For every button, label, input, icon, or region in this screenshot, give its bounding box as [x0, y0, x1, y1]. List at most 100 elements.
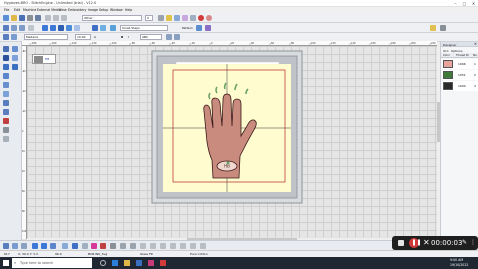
annotate-pen-icon[interactable]: ✎: [462, 239, 467, 246]
panel-close-icon[interactable]: ✕: [474, 42, 477, 46]
mail-icon[interactable]: [136, 260, 142, 266]
node-icon[interactable]: [12, 46, 18, 52]
cut-icon[interactable]: [45, 15, 51, 21]
close-button[interactable]: ✕: [469, 1, 478, 6]
menu-edit[interactable]: Edit: [14, 8, 20, 12]
paste-icon[interactable]: [61, 15, 67, 21]
bottom-select-icon[interactable]: [3, 243, 9, 249]
cross-stitch-icon[interactable]: [50, 243, 56, 249]
bold-button[interactable]: B: [121, 35, 123, 39]
group-icon[interactable]: [140, 243, 146, 249]
monogram-icon[interactable]: [11, 34, 17, 40]
polygon-icon[interactable]: [3, 73, 9, 79]
stitch-edit-icon[interactable]: [3, 55, 9, 61]
measure-icon[interactable]: [3, 127, 9, 133]
zoom-in-icon[interactable]: [11, 25, 17, 31]
design-canvas[interactable]: HB HB: [27, 46, 437, 238]
pencil-icon[interactable]: [430, 25, 436, 31]
align-left-icon[interactable]: [160, 243, 166, 249]
thread-row[interactable]: 1051 2: [442, 70, 478, 80]
file-explorer-icon[interactable]: [124, 260, 130, 266]
motif-icon[interactable]: [74, 25, 80, 31]
help-icon[interactable]: [440, 25, 446, 31]
pattern-icon[interactable]: [196, 25, 202, 31]
select-arrow-icon[interactable]: [3, 25, 9, 31]
grid-toggle-icon[interactable]: [110, 243, 116, 249]
color-icon[interactable]: [205, 25, 211, 31]
arc-icon[interactable]: [3, 91, 9, 97]
pan-icon[interactable]: [28, 25, 34, 31]
star-shape-icon[interactable]: [3, 100, 9, 106]
menu-help[interactable]: Help: [125, 8, 132, 12]
hand-icon[interactable]: [3, 136, 9, 142]
zoom-out-icon[interactable]: [19, 25, 25, 31]
stitch-app-icon[interactable]: [148, 260, 154, 266]
bottom-fit-icon[interactable]: [21, 243, 27, 249]
zoom-icon[interactable]: [158, 15, 164, 21]
windows-start-icon[interactable]: [3, 260, 9, 266]
machine-icon[interactable]: [35, 15, 41, 21]
triple-stitch-icon[interactable]: [41, 243, 47, 249]
menu-file[interactable]: File: [4, 8, 9, 12]
align-right-icon[interactable]: [170, 243, 176, 249]
underline-icon[interactable]: [72, 243, 78, 249]
bezier-icon[interactable]: [3, 82, 9, 88]
cancel-record-icon[interactable]: ✕: [423, 238, 430, 247]
print-icon[interactable]: [27, 15, 33, 21]
design-thumbnail[interactable]: HB: [32, 54, 56, 64]
thread-row[interactable]: 1066 1: [442, 59, 478, 69]
taskbar-search-box[interactable]: ⌕ Type here to search: [12, 258, 92, 268]
satin-stitch-icon[interactable]: [42, 25, 48, 31]
fill-stitch-icon[interactable]: [50, 25, 56, 31]
open-folder-icon[interactable]: [11, 15, 17, 21]
heart-icon[interactable]: [3, 109, 9, 115]
settings-icon[interactable]: [200, 243, 206, 249]
maximize-button[interactable]: ▢: [460, 1, 469, 6]
curve-icon[interactable]: [100, 25, 106, 31]
thread-brand-select[interactable]: Madeira: [24, 34, 68, 40]
spacing-icon[interactable]: [174, 34, 180, 40]
menu-embroidery[interactable]: Embroidery: [68, 8, 86, 12]
distribute-icon[interactable]: [180, 243, 186, 249]
run-stitch-icon[interactable]: [32, 243, 38, 249]
thread-row[interactable]: 1000 3: [442, 81, 478, 91]
menu-view[interactable]: View: [59, 8, 67, 12]
ellipse-icon[interactable]: [12, 64, 18, 70]
menu-machine[interactable]: Machine: [23, 8, 36, 12]
save-icon[interactable]: [19, 15, 25, 21]
arrange-icon[interactable]: [190, 243, 196, 249]
menu-external-media[interactable]: External Media: [37, 8, 61, 12]
line-icon[interactable]: [92, 25, 98, 31]
freehand-icon[interactable]: [12, 55, 18, 61]
color-wheel-icon[interactable]: [91, 243, 97, 249]
pointer-icon[interactable]: [3, 46, 9, 52]
task-view-icon[interactable]: [100, 260, 106, 266]
stop-icon[interactable]: [198, 15, 204, 21]
shape-icon[interactable]: [110, 25, 116, 31]
layers-icon[interactable]: [190, 15, 196, 21]
pen-tool-icon[interactable]: [82, 243, 88, 249]
bottom-shape-icon[interactable]: [62, 243, 68, 249]
menu-setup[interactable]: Setup: [99, 8, 108, 12]
fill-type-select[interactable]: Small Steps: [120, 25, 168, 31]
menu-image[interactable]: Image: [88, 8, 98, 12]
delete-icon[interactable]: [100, 243, 106, 249]
stop-record-icon[interactable]: [398, 240, 404, 246]
size-input[interactable]: 10.00: [75, 34, 91, 40]
recorder-app-icon[interactable]: [160, 260, 166, 266]
rectangle-icon[interactable]: [3, 64, 9, 70]
eraser-icon[interactable]: [3, 118, 9, 124]
ungroup-icon[interactable]: [150, 243, 156, 249]
edge-icon[interactable]: [112, 260, 118, 266]
star-icon[interactable]: [166, 15, 172, 21]
abc-select[interactable]: ABC: [140, 34, 162, 40]
copy-icon[interactable]: [53, 15, 59, 21]
bottom-zoom-icon[interactable]: [12, 243, 18, 249]
align-icon[interactable]: [166, 34, 172, 40]
view-3d-icon[interactable]: [182, 15, 188, 21]
auto-label[interactable]: A: [94, 35, 96, 39]
new-file-icon[interactable]: [3, 15, 9, 21]
recorder-menu-icon[interactable]: ⋮: [470, 239, 476, 246]
mirror-icon[interactable]: [130, 243, 136, 249]
minimize-button[interactable]: –: [451, 1, 460, 6]
